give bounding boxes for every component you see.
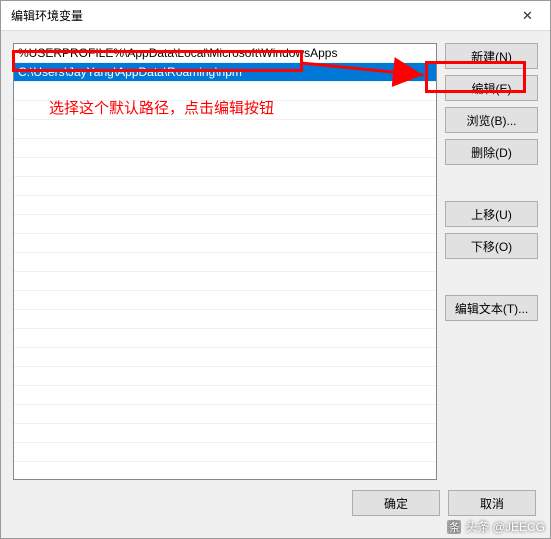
list-empty-row[interactable] — [14, 405, 436, 424]
browse-button[interactable]: 浏览(B)... — [445, 107, 538, 133]
list-empty-row[interactable] — [14, 120, 436, 139]
cancel-button[interactable]: 取消 — [448, 490, 536, 516]
list-empty-row[interactable] — [14, 82, 436, 101]
bottom-row: 确定 取消 — [13, 480, 538, 526]
list-empty-row[interactable] — [14, 272, 436, 291]
list-item-selected[interactable]: C:\Users\JayYang\AppData\Roaming\npm — [14, 63, 436, 82]
list-empty-row[interactable] — [14, 253, 436, 272]
list-empty-row[interactable] — [14, 367, 436, 386]
list-empty-row[interactable] — [14, 291, 436, 310]
dialog-content: %USERPROFILE%\AppData\Local\Microsoft\Wi… — [1, 31, 550, 538]
window-title: 编辑环境变量 — [11, 7, 505, 24]
spacer — [445, 171, 538, 195]
move-down-button[interactable]: 下移(O) — [445, 233, 538, 259]
edit-button[interactable]: 编辑(E) — [445, 75, 538, 101]
ok-button[interactable]: 确定 — [352, 490, 440, 516]
list-empty-row[interactable] — [14, 443, 436, 462]
list-empty-row[interactable] — [14, 101, 436, 120]
list-item[interactable]: %USERPROFILE%\AppData\Local\Microsoft\Wi… — [14, 44, 436, 63]
list-empty-row[interactable] — [14, 424, 436, 443]
close-button[interactable]: ✕ — [505, 1, 550, 31]
dialog-window: 编辑环境变量 ✕ %USERPROFILE%\AppData\Local\Mic… — [0, 0, 551, 539]
list-empty-row[interactable] — [14, 234, 436, 253]
list-empty-row[interactable] — [14, 329, 436, 348]
path-listbox[interactable]: %USERPROFILE%\AppData\Local\Microsoft\Wi… — [13, 43, 437, 480]
main-row: %USERPROFILE%\AppData\Local\Microsoft\Wi… — [13, 43, 538, 480]
spacer — [445, 265, 538, 289]
move-up-button[interactable]: 上移(U) — [445, 201, 538, 227]
list-empty-row[interactable] — [14, 196, 436, 215]
list-empty-row[interactable] — [14, 348, 436, 367]
edit-text-button[interactable]: 编辑文本(T)... — [445, 295, 538, 321]
titlebar: 编辑环境变量 ✕ — [1, 1, 550, 31]
list-empty-row[interactable] — [14, 215, 436, 234]
list-empty-row[interactable] — [14, 310, 436, 329]
list-empty-row[interactable] — [14, 139, 436, 158]
close-icon: ✕ — [522, 8, 533, 24]
button-column: 新建(N) 编辑(E) 浏览(B)... 删除(D) 上移(U) 下移(O) 编… — [445, 43, 538, 480]
list-empty-row[interactable] — [14, 158, 436, 177]
new-button[interactable]: 新建(N) — [445, 43, 538, 69]
list-empty-row[interactable] — [14, 177, 436, 196]
list-empty-row[interactable] — [14, 386, 436, 405]
delete-button[interactable]: 删除(D) — [445, 139, 538, 165]
